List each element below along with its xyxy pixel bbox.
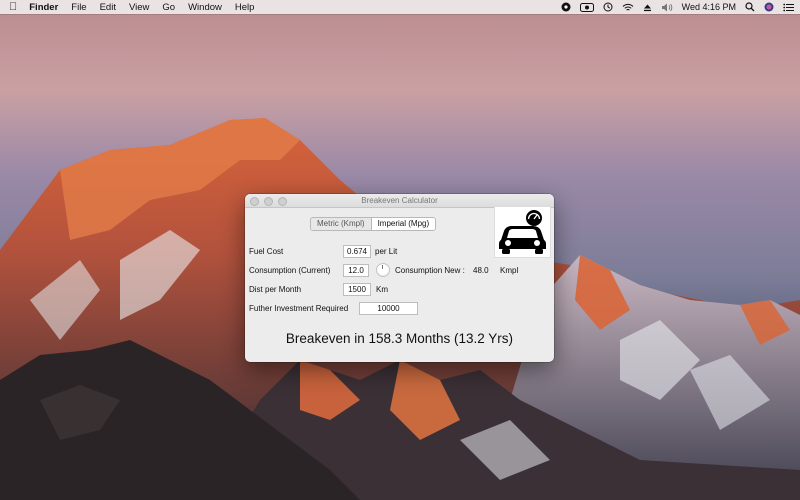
menu-window[interactable]: Window (188, 2, 222, 13)
apple-icon[interactable]:  (9, 1, 17, 13)
dist-per-month-label: Dist per Month (249, 285, 302, 294)
fuel-cost-unit: per Lit (375, 247, 398, 256)
consumption-dial[interactable] (376, 263, 390, 277)
menu-app-finder[interactable]: Finder (29, 2, 58, 13)
investment-label: Futher Investment Required (249, 304, 349, 313)
consumption-new-unit: Kmpl (500, 266, 519, 275)
car-speedometer-icon (494, 206, 551, 258)
spotlight-search-icon[interactable] (745, 2, 755, 12)
window-controls (250, 197, 292, 206)
volume-icon[interactable] (661, 3, 673, 12)
siri-icon[interactable] (764, 2, 774, 12)
unit-segmented-control: Metric (Kmpl) Imperial (Mpg) (310, 217, 437, 231)
investment-field[interactable]: 10000 (359, 302, 418, 315)
fuel-cost-label: Fuel Cost (249, 247, 284, 256)
consumption-new-label: Consumption New : (395, 266, 465, 275)
record-icon (561, 2, 571, 12)
consumption-current-label: Consumption (Current) (249, 266, 331, 275)
breakeven-calculator-window: Breakeven Calculator Metric (Kmpl) Imper… (245, 194, 554, 362)
clock[interactable]: Wed 4:16 PM (682, 2, 736, 12)
zoom-button[interactable] (278, 197, 287, 206)
time-machine-icon[interactable] (603, 2, 613, 12)
menu-edit[interactable]: Edit (100, 2, 116, 13)
menu-help[interactable]: Help (235, 2, 255, 13)
consumption-current-field[interactable]: 12.0 (343, 264, 369, 277)
wifi-icon[interactable] (622, 3, 634, 12)
dist-per-month-field[interactable]: 1500 (343, 283, 371, 296)
status-icon-a[interactable] (561, 2, 571, 12)
eject-icon[interactable] (643, 3, 652, 12)
breakeven-result: Breakeven in 158.3 Months (13.2 Yrs) (285, 331, 514, 346)
minimize-button[interactable] (264, 197, 273, 206)
fuel-cost-field[interactable]: 0.674 (343, 245, 371, 258)
dist-unit: Km (376, 285, 388, 294)
menu-view[interactable]: View (129, 2, 149, 13)
menu-go[interactable]: Go (162, 2, 175, 13)
menu-file[interactable]: File (71, 2, 86, 13)
notification-center-icon[interactable] (783, 3, 794, 12)
consumption-new-value: 48.0 (473, 266, 489, 275)
segment-metric[interactable]: Metric (Kmpl) (311, 218, 371, 230)
segment-imperial[interactable]: Imperial (Mpg) (370, 218, 436, 230)
status-icon-b[interactable] (579, 2, 594, 12)
menu-bar:  Finder File Edit View Go Window Help W… (0, 0, 800, 14)
eye-icon (579, 2, 594, 12)
close-button[interactable] (250, 197, 259, 206)
